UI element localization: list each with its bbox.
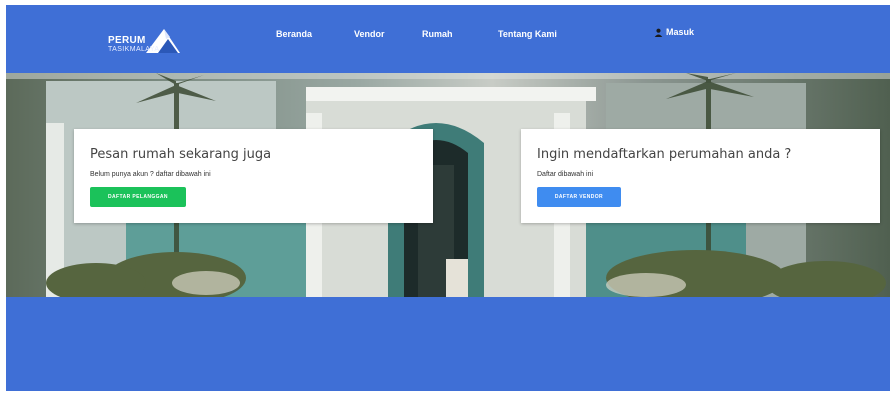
hero-banner: Pesan rumah sekarang juga Belum punya ak… bbox=[6, 73, 890, 297]
register-vendor-button[interactable]: DAFTAR VENDOR bbox=[537, 187, 621, 207]
nav-link-beranda[interactable]: Beranda bbox=[276, 29, 312, 39]
user-icon bbox=[654, 28, 663, 37]
vendor-signup-card: Ingin mendaftarkan perumahan anda ? Daft… bbox=[521, 129, 880, 223]
page: PERUM TASIKMALAYA Beranda Vendor Rumah T… bbox=[0, 0, 896, 394]
browser-viewport: PERUM TASIKMALAYA Beranda Vendor Rumah T… bbox=[6, 5, 890, 391]
top-navbar: PERUM TASIKMALAYA Beranda Vendor Rumah T… bbox=[6, 5, 890, 73]
nav-link-tentang-kami[interactable]: Tentang Kami bbox=[498, 29, 557, 39]
register-customer-button[interactable]: DAFTAR PELANGGAN bbox=[90, 187, 186, 207]
login-link[interactable]: Masuk bbox=[654, 27, 694, 37]
nav-link-vendor[interactable]: Vendor bbox=[354, 29, 385, 39]
customer-card-text: Belum punya akun ? daftar dibawah ini bbox=[90, 171, 211, 178]
vendor-card-text: Daftar dibawah ini bbox=[537, 171, 594, 178]
login-label: Masuk bbox=[666, 27, 695, 37]
brand-subname: TASIKMALAYA bbox=[108, 46, 160, 53]
vendor-card-title: Ingin mendaftarkan perumahan anda ? bbox=[537, 147, 792, 162]
customer-signup-card: Pesan rumah sekarang juga Belum punya ak… bbox=[74, 129, 433, 223]
customer-card-title: Pesan rumah sekarang juga bbox=[90, 147, 272, 162]
brand-logo[interactable]: PERUM TASIKMALAYA bbox=[106, 23, 196, 59]
nav-link-rumah[interactable]: Rumah bbox=[422, 29, 453, 39]
brand-name: PERUM bbox=[108, 35, 146, 46]
